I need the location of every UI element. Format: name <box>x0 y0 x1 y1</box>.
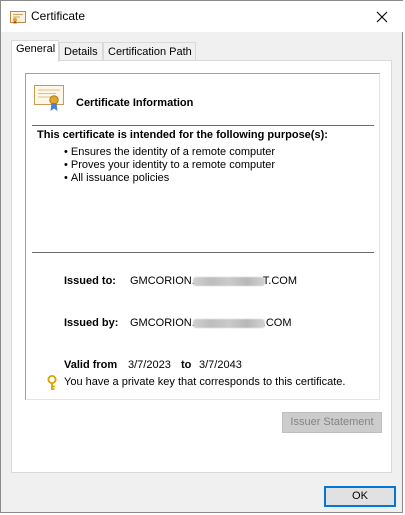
list-item: Proves your identity to a remote compute… <box>64 159 275 172</box>
ok-button[interactable]: OK <box>324 486 396 507</box>
dialog-footer: OK <box>1 473 404 514</box>
close-icon <box>376 11 388 22</box>
tab-general[interactable]: General <box>11 40 59 62</box>
private-key-text: You have a private key that corresponds … <box>64 376 346 388</box>
issued-to-value: GMCORION. T.COM <box>130 275 297 287</box>
tab-details[interactable]: Details <box>59 42 103 61</box>
certificate-information-heading: Certificate Information <box>76 97 194 109</box>
close-button[interactable] <box>360 1 404 32</box>
list-item: Ensures the identity of a remote compute… <box>64 146 275 159</box>
certificate-info-box: Certificate Information This certificate… <box>25 73 380 400</box>
divider <box>32 252 374 253</box>
issuer-statement-button[interactable]: Issuer Statement <box>282 412 382 433</box>
issued-by-label: Issued by: <box>64 317 119 329</box>
redacted-mark <box>192 276 265 286</box>
tab-certification-path[interactable]: Certification Path <box>103 42 196 61</box>
title-bar: Certificate <box>1 1 404 32</box>
valid-from-label: Valid from <box>64 359 118 371</box>
issued-to-suffix: T.COM <box>262 275 298 287</box>
key-icon <box>46 375 58 391</box>
purpose-list: Ensures the identity of a remote compute… <box>64 146 275 185</box>
issued-to-label: Issued to: <box>64 275 116 287</box>
purpose-title: This certificate is intended for the fol… <box>37 129 328 141</box>
issued-by-suffix: .COM <box>262 317 292 329</box>
valid-from-value: 3/7/2023 <box>128 359 171 371</box>
issued-by-value: GMCORION. .COM <box>130 317 292 329</box>
valid-to-label: to <box>181 359 192 371</box>
list-item: All issuance policies <box>64 172 275 185</box>
redacted-mark <box>192 318 265 328</box>
certificate-window: Certificate General Details Certificatio… <box>0 0 404 514</box>
issued-by-prefix: GMCORION. <box>130 317 195 329</box>
certificate-icon <box>10 10 26 24</box>
issued-to-prefix: GMCORION. <box>130 275 195 287</box>
valid-to-value: 3/7/2043 <box>199 359 242 371</box>
certificate-information-icon <box>34 84 64 112</box>
window-title: Certificate <box>31 9 86 23</box>
general-tab-panel: Certificate Information This certificate… <box>11 60 392 473</box>
divider <box>32 125 374 126</box>
